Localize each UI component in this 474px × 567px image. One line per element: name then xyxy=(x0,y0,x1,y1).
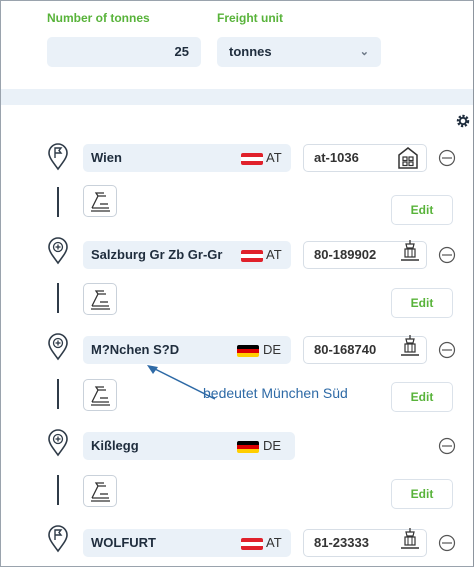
edit-leg-button[interactable]: Edit xyxy=(391,382,453,412)
stop-name: M?Nchen S?D xyxy=(91,342,180,357)
germany-flag-icon xyxy=(237,345,259,357)
gear-icon[interactable] xyxy=(455,113,471,129)
remove-stop-icon[interactable] xyxy=(438,149,456,167)
train-icon xyxy=(91,192,110,212)
crane-icon xyxy=(401,528,419,549)
crane-icon xyxy=(401,240,419,261)
edit-leg-button[interactable]: Edit xyxy=(391,479,453,509)
stop-name: WOLFURT xyxy=(91,535,156,550)
edit-leg-button[interactable]: Edit xyxy=(391,288,453,318)
country-code: DE xyxy=(263,438,282,453)
germany-flag-icon xyxy=(237,441,259,453)
route-connector xyxy=(57,475,59,505)
freight-unit-value: tonnes xyxy=(229,44,272,59)
route-panel: Number of tonnes 25 Freight unit tonnes … xyxy=(0,0,474,567)
remove-stop-icon[interactable] xyxy=(438,534,456,552)
train-icon xyxy=(91,482,110,502)
remove-stop-icon[interactable] xyxy=(438,341,456,359)
train-icon xyxy=(91,386,110,406)
train-leg-button[interactable] xyxy=(83,379,117,411)
chevron-down-icon: ⌄ xyxy=(359,46,369,58)
tonnes-label: Number of tonnes xyxy=(47,11,150,25)
route-connector xyxy=(57,187,59,217)
stop-name: Kißlegg xyxy=(91,438,139,453)
route-connector xyxy=(57,379,59,409)
remove-stop-icon[interactable] xyxy=(438,246,456,264)
via-pin-icon xyxy=(48,429,68,457)
start-flag-pin-icon xyxy=(48,143,68,171)
station-code: 80-189902 xyxy=(314,247,377,262)
austria-flag-icon xyxy=(241,538,263,550)
freight-unit-label: Freight unit xyxy=(217,11,283,25)
remove-stop-icon[interactable] xyxy=(438,437,456,455)
station-code: at-1036 xyxy=(314,150,359,165)
country-code: AT xyxy=(266,247,282,262)
annotation-text: bedeutet München Süd xyxy=(203,385,348,401)
section-divider xyxy=(1,89,473,105)
route-connector xyxy=(57,283,59,313)
station-code: 81-23333 xyxy=(314,535,369,550)
country-code: DE xyxy=(263,342,282,357)
via-pin-icon xyxy=(48,333,68,361)
edit-leg-button[interactable]: Edit xyxy=(391,195,453,225)
train-leg-button[interactable] xyxy=(83,185,117,217)
stop-name: Salzburg Gr Zb Gr-Gr xyxy=(91,247,223,262)
country-code: AT xyxy=(266,535,282,550)
stop-name-field[interactable]: Wien AT xyxy=(83,144,291,172)
stop-name-field[interactable]: WOLFURT AT xyxy=(83,529,291,557)
train-icon xyxy=(91,290,110,310)
stop-name: Wien xyxy=(91,150,122,165)
tonnes-input[interactable]: 25 xyxy=(47,37,201,67)
train-leg-button[interactable] xyxy=(83,475,117,507)
stop-name-field[interactable]: M?Nchen S?D DE xyxy=(83,336,291,364)
stop-name-field[interactable]: Salzburg Gr Zb Gr-Gr AT xyxy=(83,241,291,269)
austria-flag-icon xyxy=(241,250,263,262)
building-icon xyxy=(398,147,418,169)
austria-flag-icon xyxy=(241,153,263,165)
crane-icon xyxy=(401,335,419,356)
country-code: AT xyxy=(266,150,282,165)
train-leg-button[interactable] xyxy=(83,283,117,315)
freight-unit-select[interactable]: tonnes ⌄ xyxy=(217,37,381,67)
stop-name-field[interactable]: Kißlegg DE xyxy=(83,432,295,460)
via-pin-icon xyxy=(48,237,68,265)
end-flag-pin-icon xyxy=(48,525,68,553)
station-code: 80-168740 xyxy=(314,342,377,357)
